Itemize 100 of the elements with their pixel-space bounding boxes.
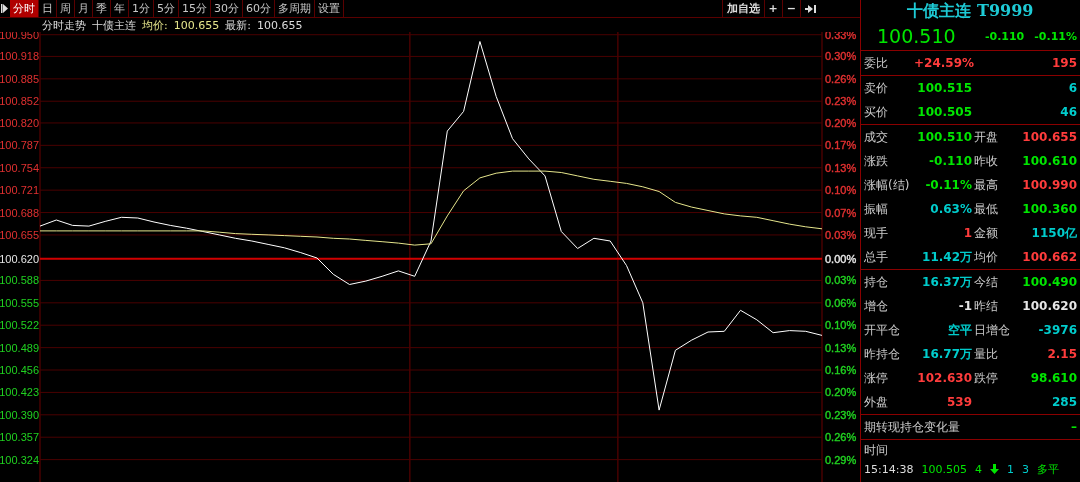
field-value: 11.42万 (921, 248, 972, 266)
add-watchlist-button[interactable]: 加自选 (721, 0, 764, 17)
last-label: 最新: (225, 17, 251, 33)
last-value: 100.655 (256, 18, 303, 32)
price-change: -0.110 (984, 29, 1025, 43)
price-tick-label: 100.787 (0, 139, 39, 152)
percent-tick-label: 0.23% (825, 95, 857, 108)
tick-close: 3 (1021, 462, 1029, 476)
field-label: 日增仓 (973, 321, 1011, 339)
field-value: – (1071, 420, 1077, 434)
percent-tick-label: 0.20% (825, 386, 857, 399)
average-label: 均价: (142, 17, 168, 33)
percent-tick-label: 0.06% (825, 296, 857, 309)
tick-time: 15:14:38 (864, 462, 914, 476)
field-label: 涨停 (864, 369, 889, 387)
field-value: 46 (1059, 105, 1077, 119)
percent-tick-label: 0.03% (825, 228, 857, 241)
percent-tick-label: 0.29% (825, 453, 857, 466)
price-tick-label: 100.456 (0, 364, 39, 376)
field-value: 195 (1050, 56, 1077, 70)
price-tick-label: 100.754 (0, 161, 39, 174)
price-tick-label: 100.620 (0, 252, 39, 265)
price-tick-label: 100.522 (0, 319, 39, 332)
percent-tick-label: 0.07% (825, 206, 857, 219)
percent-tick-label: 0.03% (825, 274, 857, 287)
period-tab[interactable]: 年 (111, 0, 129, 17)
field-label: 均价 (973, 248, 999, 266)
percent-tick-label: 0.26% (825, 431, 857, 444)
price-tick-label: 100.918 (0, 50, 39, 63)
field-value: 16.77万 (921, 345, 972, 363)
field-label: 昨结 (973, 297, 999, 315)
period-tab[interactable]: 季 (93, 0, 111, 17)
period-tab[interactable]: 5分 (154, 0, 179, 17)
period-tab[interactable]: 月 (75, 0, 93, 17)
field-label: 买价 (864, 103, 889, 121)
field-label: 现手 (864, 224, 889, 242)
period-tab[interactable]: 30分 (211, 0, 243, 17)
field-label: 持仓 (864, 273, 889, 291)
price-tick-label: 100.721 (0, 184, 39, 197)
average-value: 100.655 (173, 18, 220, 32)
field-value: 16.37万 (921, 273, 972, 291)
price-change-percent: -0.11% (1034, 29, 1077, 43)
field-value: 6 (1067, 81, 1077, 95)
price-tick-label: 100.324 (0, 453, 39, 466)
field-label: 成交 (864, 128, 889, 146)
period-tab[interactable]: 周 (57, 0, 75, 17)
field-label: 涨幅(结) (864, 176, 911, 194)
price-tick-label: 100.885 (0, 72, 39, 85)
field-value: 100.662 (1021, 250, 1077, 264)
field-label: 振幅 (864, 200, 889, 218)
field-label: 今结 (973, 273, 999, 291)
field-value: -0.11% (924, 178, 972, 192)
price-tick-label: 100.555 (0, 296, 39, 309)
field-value: 100.505 (916, 105, 972, 119)
period-tab[interactable]: 设置 (315, 0, 344, 17)
field-value: -0.110 (928, 154, 972, 168)
price-tick-label: 100.357 (0, 431, 39, 444)
percent-tick-label: 0.33% (825, 32, 857, 41)
field-label: 外盘 (864, 393, 889, 411)
field-value: 100.610 (1021, 154, 1077, 168)
zoom-in-button[interactable]: + (763, 0, 782, 17)
percent-tick-label: 0.00% (825, 252, 857, 265)
period-tab[interactable]: 分时 (10, 0, 39, 17)
field-label: 卖价 (864, 79, 889, 97)
percent-tick-label: 0.13% (825, 341, 857, 354)
tick-price: 100.505 (921, 462, 967, 476)
field-value: 空平 (947, 321, 972, 339)
price-tick-label: 100.688 (0, 206, 39, 219)
field-label: 开盘 (973, 128, 999, 146)
price-tick-label: 100.390 (0, 408, 39, 421)
field-value: 1 (962, 226, 972, 240)
field-value: -3976 (1037, 323, 1077, 337)
field-value: 0.63% (929, 202, 972, 216)
tick-type: 多平 (1036, 461, 1059, 477)
field-label: 跌停 (973, 369, 999, 387)
field-value: 100.360 (1021, 202, 1077, 216)
field-label: 昨持仓 (864, 345, 901, 363)
field-label: 涨跌 (864, 152, 889, 170)
field-label: 委比 (864, 54, 889, 72)
percent-tick-label: 0.10% (825, 319, 857, 332)
field-value: 1150亿 (1030, 224, 1077, 242)
field-label: 增仓 (864, 297, 889, 315)
field-label: 金额 (973, 224, 999, 242)
zoom-out-button[interactable]: − (781, 0, 800, 17)
period-tab[interactable]: 60分 (243, 0, 275, 17)
price-tick-label: 100.655 (0, 228, 39, 241)
field-value: 285 (1050, 395, 1077, 409)
field-value: 100.655 (1021, 130, 1077, 144)
field-value: 539 (945, 395, 972, 409)
field-value: 100.510 (916, 130, 972, 144)
percent-tick-label: 0.13% (825, 161, 857, 174)
chart-title: 分时走势 (42, 17, 86, 33)
field-value: 100.620 (1021, 299, 1077, 313)
field-label: 期转现持仓变化量 (864, 418, 960, 436)
percent-tick-label: 0.23% (825, 408, 857, 421)
period-tab[interactable]: 多周期 (275, 0, 315, 17)
field-value: 100.515 (916, 81, 972, 95)
tick-open: 1 (1006, 462, 1014, 476)
percent-tick-label: 0.30% (825, 50, 857, 63)
percent-tick-label: 0.16% (825, 364, 857, 376)
